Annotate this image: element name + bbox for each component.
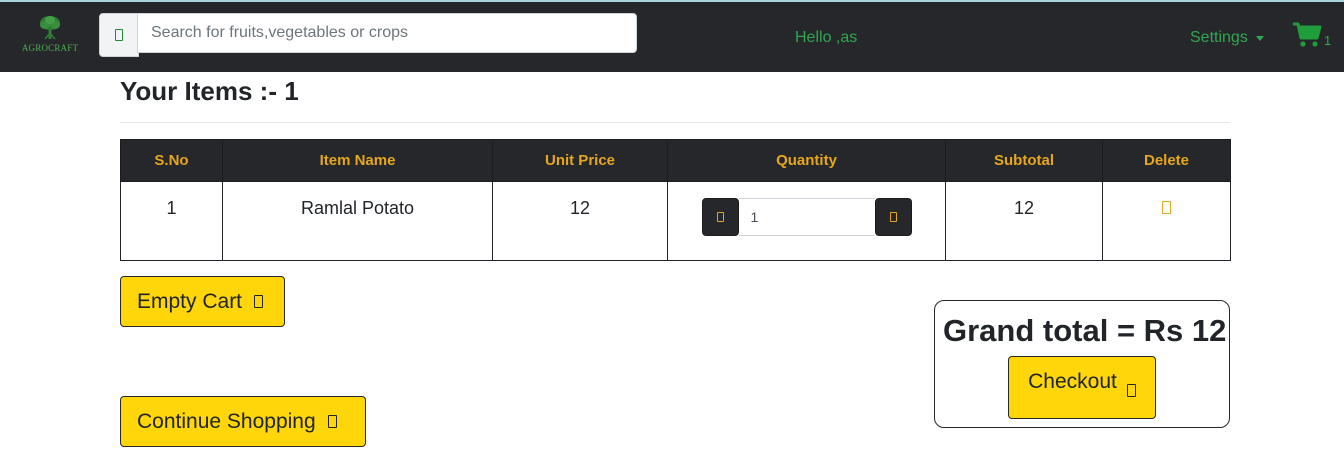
cell-delete <box>1102 181 1231 261</box>
checkout-label: Checkout <box>1028 370 1117 393</box>
navbar: AGROCRAFT Hello ,as Settings 1 <box>0 2 1344 72</box>
minus-icon <box>716 212 724 222</box>
cell-subtotal: 12 <box>945 181 1103 261</box>
cell-sno: 1 <box>120 181 223 261</box>
delete-item-button[interactable] <box>1162 198 1171 218</box>
cell-quantity <box>667 181 946 261</box>
column-header-sno: S.No <box>120 139 223 182</box>
quantity-input[interactable] <box>738 198 875 236</box>
brand-name: AGROCRAFT <box>21 43 79 53</box>
page-title: Your Items :- 1 <box>120 76 299 106</box>
tree-icon <box>40 16 60 40</box>
quantity-stepper <box>701 198 912 236</box>
table-header-row: S.No Item Name Unit Price Quantity Subto… <box>120 139 1231 182</box>
trash-icon <box>1162 201 1171 214</box>
order-summary-card: Grand total = Rs 12 Checkout <box>934 300 1230 428</box>
shopping-cart-icon <box>1293 22 1322 47</box>
column-header-item-name: Item Name <box>222 139 493 182</box>
cell-item-name: Ramlal Potato <box>222 181 493 261</box>
trash-icon <box>254 295 264 308</box>
cart-count-badge: 1 <box>1324 33 1332 48</box>
settings-label: Settings <box>1190 29 1248 46</box>
continue-shopping-label: Continue Shopping <box>137 409 316 433</box>
increase-quantity-button[interactable] <box>874 198 912 236</box>
continue-shopping-button[interactable]: Continue Shopping <box>120 396 366 447</box>
search-button[interactable] <box>99 13 139 57</box>
shopping-bag-icon <box>327 415 337 428</box>
caret-down-icon <box>1255 36 1264 41</box>
credit-card-icon <box>1126 384 1136 397</box>
decrease-quantity-button[interactable] <box>701 198 739 236</box>
column-header-unit-price: Unit Price <box>492 139 668 182</box>
plus-icon <box>889 212 897 222</box>
column-header-quantity: Quantity <box>667 139 946 182</box>
grand-total: Grand total = Rs 12 <box>943 313 1227 348</box>
empty-cart-button[interactable]: Empty Cart <box>120 276 285 327</box>
user-greeting: Hello ,as <box>795 29 858 46</box>
cart-link[interactable]: 1 <box>1292 22 1331 48</box>
search-icon <box>115 29 123 41</box>
cell-unit-price: 12 <box>492 181 668 261</box>
column-header-subtotal: Subtotal <box>945 139 1103 182</box>
search-input[interactable] <box>137 13 637 53</box>
cart-table: S.No Item Name Unit Price Quantity Subto… <box>120 139 1231 261</box>
checkout-button[interactable]: Checkout <box>1008 356 1156 419</box>
column-header-delete: Delete <box>1102 139 1231 182</box>
table-row: 1 Ramlal Potato 12 12 <box>120 181 1231 261</box>
title-divider <box>120 122 1230 123</box>
empty-cart-label: Empty Cart <box>137 289 243 313</box>
brand-logo[interactable]: AGROCRAFT <box>14 14 86 58</box>
settings-dropdown[interactable]: Settings <box>1190 29 1264 47</box>
